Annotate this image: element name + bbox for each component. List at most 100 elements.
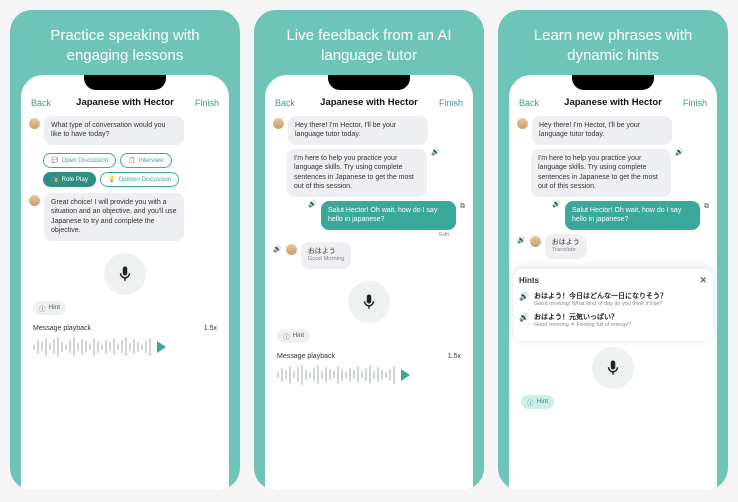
promo-panel-2: Live feedback from an AI language tutor … (254, 10, 484, 490)
tutor-message-row: Hey there! I'm Hector, I'll be your lang… (515, 116, 711, 145)
tutor-message: Hey there! I'm Hector, I'll be your lang… (532, 116, 672, 145)
tutor-message-row: 🔊 おはよう Translate (515, 234, 711, 259)
hints-title: Hints (519, 276, 539, 285)
page-title: Japanese with Hector (564, 97, 662, 108)
waveform[interactable] (277, 364, 461, 386)
finish-button[interactable]: Finish (673, 98, 707, 108)
playback-speed[interactable]: 1.5x (204, 325, 217, 332)
hint-row: ⓘHint (27, 299, 223, 317)
play-icon[interactable] (401, 369, 410, 381)
bulb-icon: 💡 (108, 176, 115, 183)
tutor-message: What type of conversation would you like… (44, 116, 184, 145)
copy-icon[interactable]: ⧉ (704, 203, 709, 210)
speaker-icon[interactable]: 🔊 (519, 313, 529, 322)
finish-button[interactable]: Finish (429, 98, 463, 108)
microphone-button[interactable] (348, 281, 390, 323)
promo-panel-3: Learn new phrases with dynamic hints Bac… (498, 10, 728, 490)
copy-icon[interactable]: ⧉ (460, 203, 465, 210)
phone-notch (572, 75, 654, 90)
chip-interview[interactable]: 📋Interview (120, 153, 171, 168)
hint-button[interactable]: ⓘHint (277, 329, 310, 343)
user-message-row: 🔊 Salut Hector! Oh wait, how do I say he… (515, 201, 711, 230)
play-icon[interactable] (157, 341, 166, 353)
microphone-icon (360, 293, 378, 311)
close-icon[interactable]: ✕ (699, 275, 707, 286)
hints-card: Hints ✕ 🔊 おはよう！今日はどんな一日になりそう？ Good morni… (513, 269, 713, 341)
tutor-avatar (273, 118, 284, 129)
back-button[interactable]: Back (519, 98, 553, 108)
tutor-message-row: I'm here to help you practice your langu… (515, 149, 711, 197)
phone-frame: Back Japanese with Hector Finish What ty… (21, 75, 229, 490)
clipboard-icon: 📋 (128, 157, 135, 164)
jp-text: おはよう (308, 247, 345, 256)
tutor-reply: おはよう Good Morning (301, 242, 352, 269)
info-icon: ⓘ (527, 397, 534, 407)
back-button[interactable]: Back (275, 98, 309, 108)
jp-text: おはよう (552, 238, 580, 247)
headline: Practice speaking with engaging lessons (16, 20, 234, 75)
nav-bar: Back Japanese with Hector Finish (515, 93, 711, 116)
speaker-icon[interactable]: 🔊 (552, 201, 561, 208)
mic-area (515, 347, 711, 389)
hint-item[interactable]: 🔊 おはよう！元気いっぱい？ Good morning ☀ Feeling fu… (519, 312, 707, 328)
hint-item[interactable]: 🔊 おはよう！今日はどんな一日になりそう？ Good morning! What… (519, 291, 707, 307)
tutor-avatar (530, 236, 541, 247)
tutor-message-row: I'm here to help you practice your langu… (271, 149, 467, 197)
speaker-icon[interactable]: 🔊 (431, 149, 440, 156)
tutor-avatar (29, 118, 40, 129)
hint-row: ⓘHint (271, 327, 467, 345)
speaker-icon[interactable]: 🔊 (308, 201, 317, 208)
chat-area: Hey there! I'm Hector, I'll be your lang… (515, 116, 711, 263)
mic-area (27, 253, 223, 295)
user-message-row: 🔊 Salut Hector! Oh wait, how do I say he… (271, 201, 467, 230)
back-button[interactable]: Back (31, 98, 65, 108)
tutor-avatar (286, 244, 297, 255)
finish-button[interactable]: Finish (185, 98, 219, 108)
hint-row: ⓘHint (515, 393, 711, 411)
nav-bar: Back Japanese with Hector Finish (271, 93, 467, 116)
edit-button[interactable]: Edit (439, 232, 449, 238)
translate-button[interactable]: Translate (552, 247, 580, 255)
tutor-message: Hey there! I'm Hector, I'll be your lang… (288, 116, 428, 145)
user-message: Salut Hector! Oh wait, how do I say hell… (565, 201, 700, 230)
promo-panel-1: Practice speaking with engaging lessons … (10, 10, 240, 490)
tutor-reply: おはよう Translate (545, 234, 587, 259)
tutor-message-row: What type of conversation would you like… (27, 116, 223, 145)
playback-section: Message playback 1.5x (271, 345, 467, 386)
waveform[interactable] (33, 336, 217, 358)
option-chips: 💬Open Discussion 📋Interview 🎭Role Play 💡… (27, 149, 223, 193)
chat-icon: 💬 (51, 157, 58, 164)
chip-role-play[interactable]: 🎭Role Play (43, 172, 96, 187)
tutor-message-row: Great choice! I will provide you with a … (27, 193, 223, 241)
tutor-message-row: Hey there! I'm Hector, I'll be your lang… (271, 116, 467, 145)
playback-speed[interactable]: 1.5x (448, 353, 461, 360)
hint-button[interactable]: ⓘHint (521, 395, 554, 409)
speaker-icon[interactable]: 🔊 (675, 149, 684, 156)
mic-area (271, 281, 467, 323)
speaker-icon[interactable]: 🔊 (517, 237, 526, 244)
headline: Learn new phrases with dynamic hints (504, 20, 722, 75)
info-icon: ⓘ (39, 303, 46, 313)
user-message: Salut Hector! Oh wait, how do I say hell… (321, 201, 456, 230)
phone-notch (328, 75, 410, 90)
microphone-button[interactable] (592, 347, 634, 389)
hint-button[interactable]: ⓘHint (33, 301, 66, 315)
speaker-icon[interactable]: 🔊 (519, 292, 529, 301)
info-icon: ⓘ (283, 331, 290, 341)
microphone-button[interactable] (104, 253, 146, 295)
page-title: Japanese with Hector (320, 97, 418, 108)
speaker-icon[interactable]: 🔊 (273, 246, 282, 253)
hint-en: Good morning! What kind of day do you th… (534, 301, 667, 307)
tutor-avatar (517, 118, 528, 129)
chat-area: Hey there! I'm Hector, I'll be your lang… (271, 116, 467, 273)
hint-en: Good morning ☀ Feeling full of energy? (534, 322, 631, 328)
playback-label: Message playback (277, 353, 335, 360)
tutor-message-row: 🔊 おはよう Good Morning (271, 242, 467, 269)
chip-open-discussion[interactable]: 💬Open Discussion (43, 153, 116, 168)
translation-text: Good Morning (308, 256, 345, 264)
chip-opinion-discussion[interactable]: 💡Opinion Discussion (100, 172, 179, 187)
edit-row: Edit (271, 232, 467, 238)
microphone-icon (116, 265, 134, 283)
phone-frame: Back Japanese with Hector Finish Hey the… (265, 75, 473, 490)
hint-jp: おはよう！今日はどんな一日になりそう？ (534, 291, 667, 301)
